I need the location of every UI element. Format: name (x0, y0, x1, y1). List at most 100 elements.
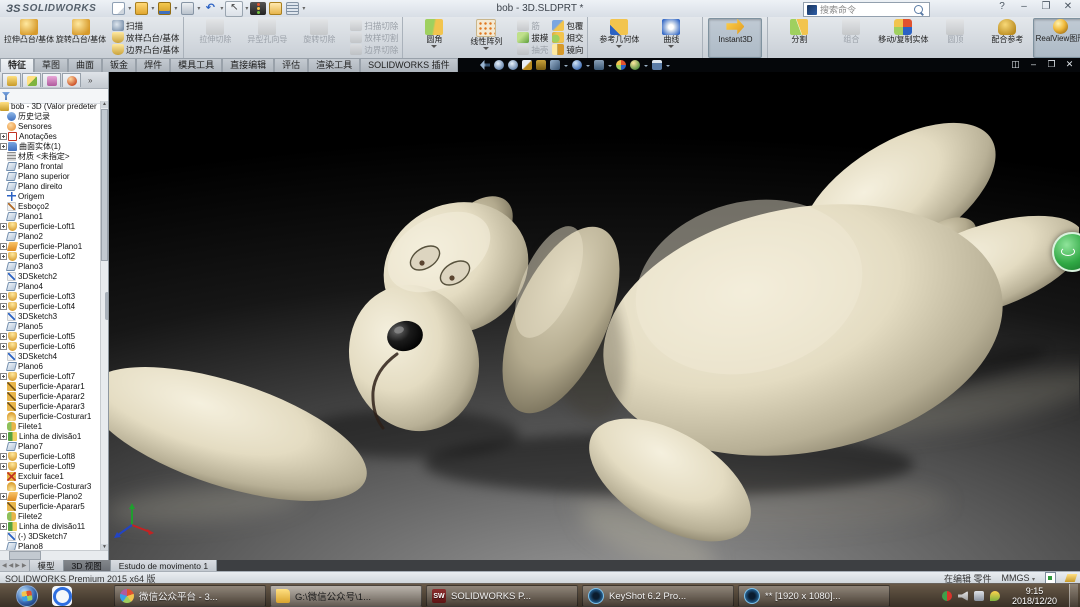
tree-item[interactable]: Superficie-Loft5 (0, 331, 101, 341)
hideshow-view-icon[interactable] (594, 60, 604, 70)
zoomfit-view-icon[interactable] (494, 60, 504, 70)
tab-displaymanager[interactable] (62, 73, 81, 87)
tree-item[interactable]: Plano1 (0, 211, 101, 221)
tab-scroll-buttons[interactable]: ◀ ◀ ▶ ▶ (0, 560, 30, 571)
expand-plus-icon[interactable] (0, 243, 7, 250)
tree-item[interactable]: Filete1 (0, 421, 101, 431)
ribbon-tab-焊件[interactable]: 焊件 (136, 58, 170, 72)
tree-item[interactable]: Plano6 (0, 361, 101, 371)
expand-plus-icon[interactable] (0, 293, 7, 300)
prev-tab-icon[interactable]: ◀ (9, 562, 14, 569)
last-tab-icon[interactable]: ▶ (22, 562, 27, 569)
tree-item[interactable]: 3DSketch3 (0, 311, 101, 321)
tool-draft-button[interactable]: 拔模 (517, 32, 548, 44)
tool-curve-button[interactable]: 曲线 (645, 19, 697, 57)
caret-icon[interactable]: ▾ (220, 5, 223, 12)
select-button[interactable]: ↖ (225, 1, 243, 17)
taskbar-clock[interactable]: 9:15 2018/12/20 (1012, 586, 1057, 606)
tree-item[interactable]: Superficie-Aparar1 (0, 381, 101, 391)
expand-plus-icon[interactable] (0, 433, 7, 440)
tree-item[interactable]: Superficie-Loft6 (0, 341, 101, 351)
taskbar-button[interactable]: KeyShot 6.2 Pro... (582, 585, 734, 607)
ribbon-tab-草图[interactable]: 草图 (34, 58, 68, 72)
expand-plus-icon[interactable] (0, 493, 7, 500)
chevron-more-icon[interactable]: » (88, 76, 92, 85)
taskbar-button[interactable]: 微信公众平台 - 3... (114, 585, 266, 607)
document-tab-3D 视图[interactable]: 3D 视图 (64, 560, 111, 571)
tool-fillet-button[interactable]: 圆角 (408, 19, 460, 57)
scroll-up-icon[interactable]: ▲ (101, 101, 108, 108)
tool-pattern-button[interactable]: 线性阵列 (460, 19, 512, 57)
tree-root[interactable]: bob - 3D (Valor predeter (0, 101, 101, 111)
settings-view-icon[interactable] (652, 60, 662, 70)
tree-item[interactable]: Superficie-Loft8 (0, 451, 101, 461)
ribbon-tab-SOLIDWORKS 插件[interactable]: SOLIDWORKS 插件 (360, 58, 458, 72)
expand-plus-icon[interactable] (0, 333, 7, 340)
expand-plus-icon[interactable] (0, 343, 7, 350)
tree-item[interactable]: Linha de divisão1 (0, 431, 101, 441)
document-tab-Estudo de movimento 1[interactable]: Estudo de movimento 1 (111, 560, 217, 571)
tool-instant3d-button[interactable]: Instant3D (708, 18, 762, 58)
caret-icon[interactable] (586, 65, 590, 69)
tree-item[interactable]: Superficie-Aparar5 (0, 501, 101, 511)
ribbon-tab-渲染工具[interactable]: 渲染工具 (308, 58, 360, 72)
split-view-icon[interactable]: ◫ (1009, 58, 1022, 71)
tree-item[interactable]: Superficie-Plano2 (0, 491, 101, 501)
volume-icon[interactable] (958, 591, 968, 601)
tab-propertymanager[interactable] (22, 73, 41, 87)
tool-movecopy-button[interactable]: 移动/复制实体 (877, 19, 929, 57)
graphics-viewport[interactable] (109, 72, 1080, 560)
document-tab-模型[interactable]: 模型 (30, 560, 64, 571)
scrollbar-thumb[interactable] (101, 109, 108, 261)
expand-plus-icon[interactable] (0, 223, 7, 230)
tree-item[interactable]: (-) 3DSketch7 (0, 531, 101, 541)
tool-mirror-button[interactable]: 镜向 (552, 44, 583, 56)
ribbon-tab-直接编辑[interactable]: 直接编辑 (222, 58, 274, 72)
section-view-icon[interactable] (522, 60, 532, 70)
expand-plus-icon[interactable] (0, 253, 7, 260)
caret-icon[interactable]: ▾ (197, 5, 200, 12)
tree-item[interactable]: Plano7 (0, 441, 101, 451)
caret-icon[interactable] (608, 65, 612, 69)
tool-split-button[interactable]: 分割 (773, 19, 825, 57)
tree-item[interactable]: Origem (0, 191, 101, 201)
caret-icon[interactable]: ▾ (302, 5, 305, 12)
tool-refgeo-button[interactable]: 参考几何体 (593, 19, 645, 57)
tree-item[interactable]: Anotações (0, 131, 101, 141)
ribbon-tab-评估[interactable]: 评估 (274, 58, 308, 72)
tree-item[interactable]: Plano frontal (0, 161, 101, 171)
tag-icon[interactable] (1065, 574, 1078, 582)
tree-item[interactable]: Plano5 (0, 321, 101, 331)
units-selector[interactable]: MMGS ▾ (1001, 573, 1035, 583)
rebuild-button[interactable] (250, 2, 266, 16)
tree-item[interactable]: Superficie-Loft3 (0, 291, 101, 301)
tool-intersect-button[interactable]: 相交 (552, 32, 583, 44)
caret-icon[interactable]: ▾ (128, 5, 131, 12)
tree-item[interactable]: Superficie-Aparar3 (0, 401, 101, 411)
caret-icon[interactable] (564, 65, 568, 69)
tool-wrap-button[interactable]: 包覆 (552, 20, 583, 32)
expand-plus-icon[interactable] (0, 143, 7, 150)
help-button[interactable]: ? (994, 1, 1010, 14)
tool-revolve-button[interactable]: 旋转凸台/基体 (55, 19, 107, 57)
expand-plus-icon[interactable] (0, 453, 7, 460)
save-button[interactable] (156, 2, 172, 16)
tree-item[interactable]: Superficie-Costurar3 (0, 481, 101, 491)
tray-app-icon[interactable] (942, 591, 952, 601)
first-tab-icon[interactable]: ◀ (2, 562, 7, 569)
tree-item[interactable]: 3DSketch2 (0, 271, 101, 281)
expand-plus-icon[interactable] (0, 303, 7, 310)
prev-view-icon[interactable] (480, 60, 490, 70)
antivirus-icon[interactable] (990, 591, 1000, 601)
scene-view-icon[interactable] (630, 60, 640, 70)
taskbar-button[interactable]: ** [1920 x 1080]... (738, 585, 890, 607)
tree-item[interactable]: Superficie-Loft4 (0, 301, 101, 311)
show-desktop-button[interactable] (1069, 584, 1078, 607)
tool-realview-button[interactable]: RealView图形 (1033, 18, 1080, 58)
expand-plus-icon[interactable] (0, 463, 7, 470)
start-button[interactable] (16, 585, 38, 607)
tree-item[interactable]: Superficie-Loft7 (0, 371, 101, 381)
tab-configurationmanager[interactable] (42, 73, 61, 87)
tree-item[interactable]: 曲面实体(1) (0, 141, 101, 151)
search-icon[interactable] (914, 5, 923, 14)
